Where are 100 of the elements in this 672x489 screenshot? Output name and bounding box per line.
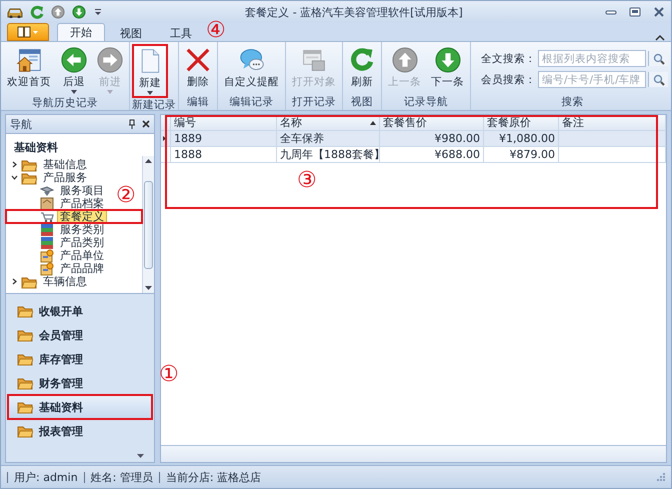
ribbon-button[interactable]: 删除 bbox=[181, 44, 215, 92]
ribbon-button[interactable]: 自定义提醒 bbox=[220, 44, 283, 92]
folder-icon bbox=[17, 376, 33, 390]
search-icon bbox=[652, 52, 664, 64]
navigation-bar-item[interactable]: 库存管理 bbox=[8, 347, 152, 371]
folder-icon bbox=[17, 352, 33, 366]
folder-icon bbox=[21, 158, 37, 172]
table-cell: 1888 bbox=[171, 147, 277, 163]
speech-bubble-icon bbox=[238, 47, 264, 73]
overflow-caret-icon[interactable] bbox=[137, 454, 144, 458]
group-label: 导航历史记录 bbox=[31, 96, 99, 110]
column-header[interactable]: 套餐原价 bbox=[487, 115, 531, 130]
folder-icon bbox=[21, 274, 37, 288]
window-icon bbox=[301, 47, 327, 73]
current-row-icon bbox=[163, 136, 166, 141]
collapse-ribbon-icon[interactable] bbox=[655, 33, 665, 41]
group-label: 编辑 bbox=[186, 95, 210, 110]
group-label: 记录导航 bbox=[403, 95, 449, 110]
tree-item[interactable]: 车辆信息 bbox=[40, 275, 90, 288]
tree-item[interactable]: 基础信息 bbox=[40, 158, 90, 171]
app-menu-button[interactable] bbox=[7, 23, 49, 41]
folder-icon bbox=[17, 424, 33, 438]
tree-item[interactable]: 套餐定义 bbox=[57, 210, 107, 223]
folder-icon bbox=[21, 170, 37, 184]
field-label: 全文搜索： bbox=[481, 52, 536, 66]
house-icon bbox=[16, 47, 42, 73]
ribbon-button[interactable]: 欢迎首页 bbox=[3, 44, 55, 92]
panel-title: 导航 bbox=[10, 116, 33, 132]
tree-item[interactable]: 产品单位 bbox=[57, 249, 107, 262]
column-header[interactable]: 套餐售价 bbox=[383, 115, 427, 130]
tag-icon bbox=[40, 248, 54, 262]
scrollbar[interactable] bbox=[142, 156, 154, 293]
ribbon-tab[interactable]: 工具 bbox=[157, 24, 205, 41]
refresh-icon bbox=[349, 47, 375, 73]
window-title: 套餐定义 - 蓝格汽车美容管理软件[试用版本] bbox=[244, 4, 464, 20]
column-header[interactable]: 编号 bbox=[174, 115, 196, 130]
tag-icon bbox=[40, 262, 54, 276]
table-cell: 九周年【1888套餐】 bbox=[277, 147, 380, 163]
close-icon[interactable] bbox=[653, 7, 665, 17]
column-header[interactable]: 备注 bbox=[562, 115, 584, 130]
section-title: 基础资料 bbox=[6, 134, 154, 156]
table-cell: ¥879.00 bbox=[484, 147, 559, 163]
maximize-icon[interactable] bbox=[629, 7, 641, 17]
tree-item[interactable]: 产品档案 bbox=[57, 197, 107, 210]
folder-icon bbox=[17, 328, 33, 342]
navigation-bar-item[interactable]: 收银开单 bbox=[8, 299, 152, 323]
scroll-up-icon bbox=[145, 159, 152, 163]
status-text: 用户: admin bbox=[7, 472, 84, 482]
stack-icon bbox=[40, 236, 54, 250]
ribbon-button[interactable]: 下一条 bbox=[427, 44, 468, 92]
navigation-bar-item[interactable]: 报表管理 bbox=[8, 419, 152, 443]
status-text: 姓名: 管理员 bbox=[84, 472, 159, 482]
close-icon[interactable] bbox=[142, 120, 150, 128]
folder-icon bbox=[17, 400, 33, 414]
resize-grip-icon[interactable] bbox=[657, 473, 665, 481]
group-label: 编辑记录 bbox=[228, 95, 274, 110]
tree-item[interactable]: 产品类别 bbox=[57, 236, 107, 249]
group-label: 视图 bbox=[350, 95, 374, 110]
table-cell: ¥688.00 bbox=[380, 147, 484, 163]
ribbon-button[interactable]: 刷新 bbox=[345, 44, 379, 92]
annotation-marker: ② bbox=[116, 185, 136, 207]
group-label: 新建记录 bbox=[132, 98, 176, 112]
stack-icon bbox=[40, 222, 54, 236]
ribbon-tab[interactable]: 开始 bbox=[57, 23, 105, 41]
table-cell: ¥1,080.00 bbox=[484, 131, 559, 147]
navigation-bar-item[interactable]: 会员管理 bbox=[8, 323, 152, 347]
group-label: 搜索 bbox=[560, 95, 584, 110]
table-cell: ¥980.00 bbox=[380, 131, 484, 147]
tree-item[interactable]: 服务类别 bbox=[57, 223, 107, 236]
refresh-icon[interactable] bbox=[30, 5, 44, 19]
search-button[interactable] bbox=[648, 72, 668, 87]
annotation-marker: ④ bbox=[206, 20, 226, 42]
scroll-down-icon bbox=[145, 286, 152, 290]
column-header[interactable]: 名称 bbox=[280, 115, 302, 130]
ribbon-button[interactable]: 后退 bbox=[57, 44, 91, 96]
delete-icon bbox=[185, 47, 211, 73]
tree-item[interactable]: 产品服务 bbox=[40, 171, 90, 184]
field-label: 会员搜索： bbox=[481, 72, 536, 86]
tree-item[interactable]: 服务项目 bbox=[57, 184, 107, 197]
group-label: 打开记录 bbox=[291, 95, 337, 110]
search-field[interactable]: 编号/卡号/手机/车牌 bbox=[538, 71, 646, 88]
search-icon bbox=[652, 74, 664, 86]
tree-item[interactable]: 产品品牌 bbox=[57, 262, 107, 275]
table-cell: 全车保养 bbox=[277, 131, 380, 147]
ribbon-tab[interactable]: 视图 bbox=[107, 24, 155, 41]
ribbon-button[interactable]: 新建 bbox=[132, 44, 168, 98]
table-cell: 1889 bbox=[171, 131, 277, 147]
cart-icon bbox=[40, 210, 54, 222]
car-icon bbox=[7, 6, 23, 18]
pin-icon[interactable] bbox=[128, 119, 136, 129]
annotation-marker: ③ bbox=[297, 170, 317, 192]
search-field[interactable]: 根据列表内容搜索 bbox=[538, 50, 646, 67]
customize-icon[interactable] bbox=[93, 8, 103, 16]
box-icon bbox=[40, 196, 54, 210]
status-text: 当前分店: 蓝格总店 bbox=[158, 472, 268, 482]
folder-icon bbox=[17, 304, 33, 318]
tools-icon bbox=[40, 184, 54, 196]
search-button[interactable] bbox=[648, 51, 668, 66]
menu-icon bbox=[17, 26, 39, 38]
annotation-marker: ① bbox=[159, 364, 179, 386]
